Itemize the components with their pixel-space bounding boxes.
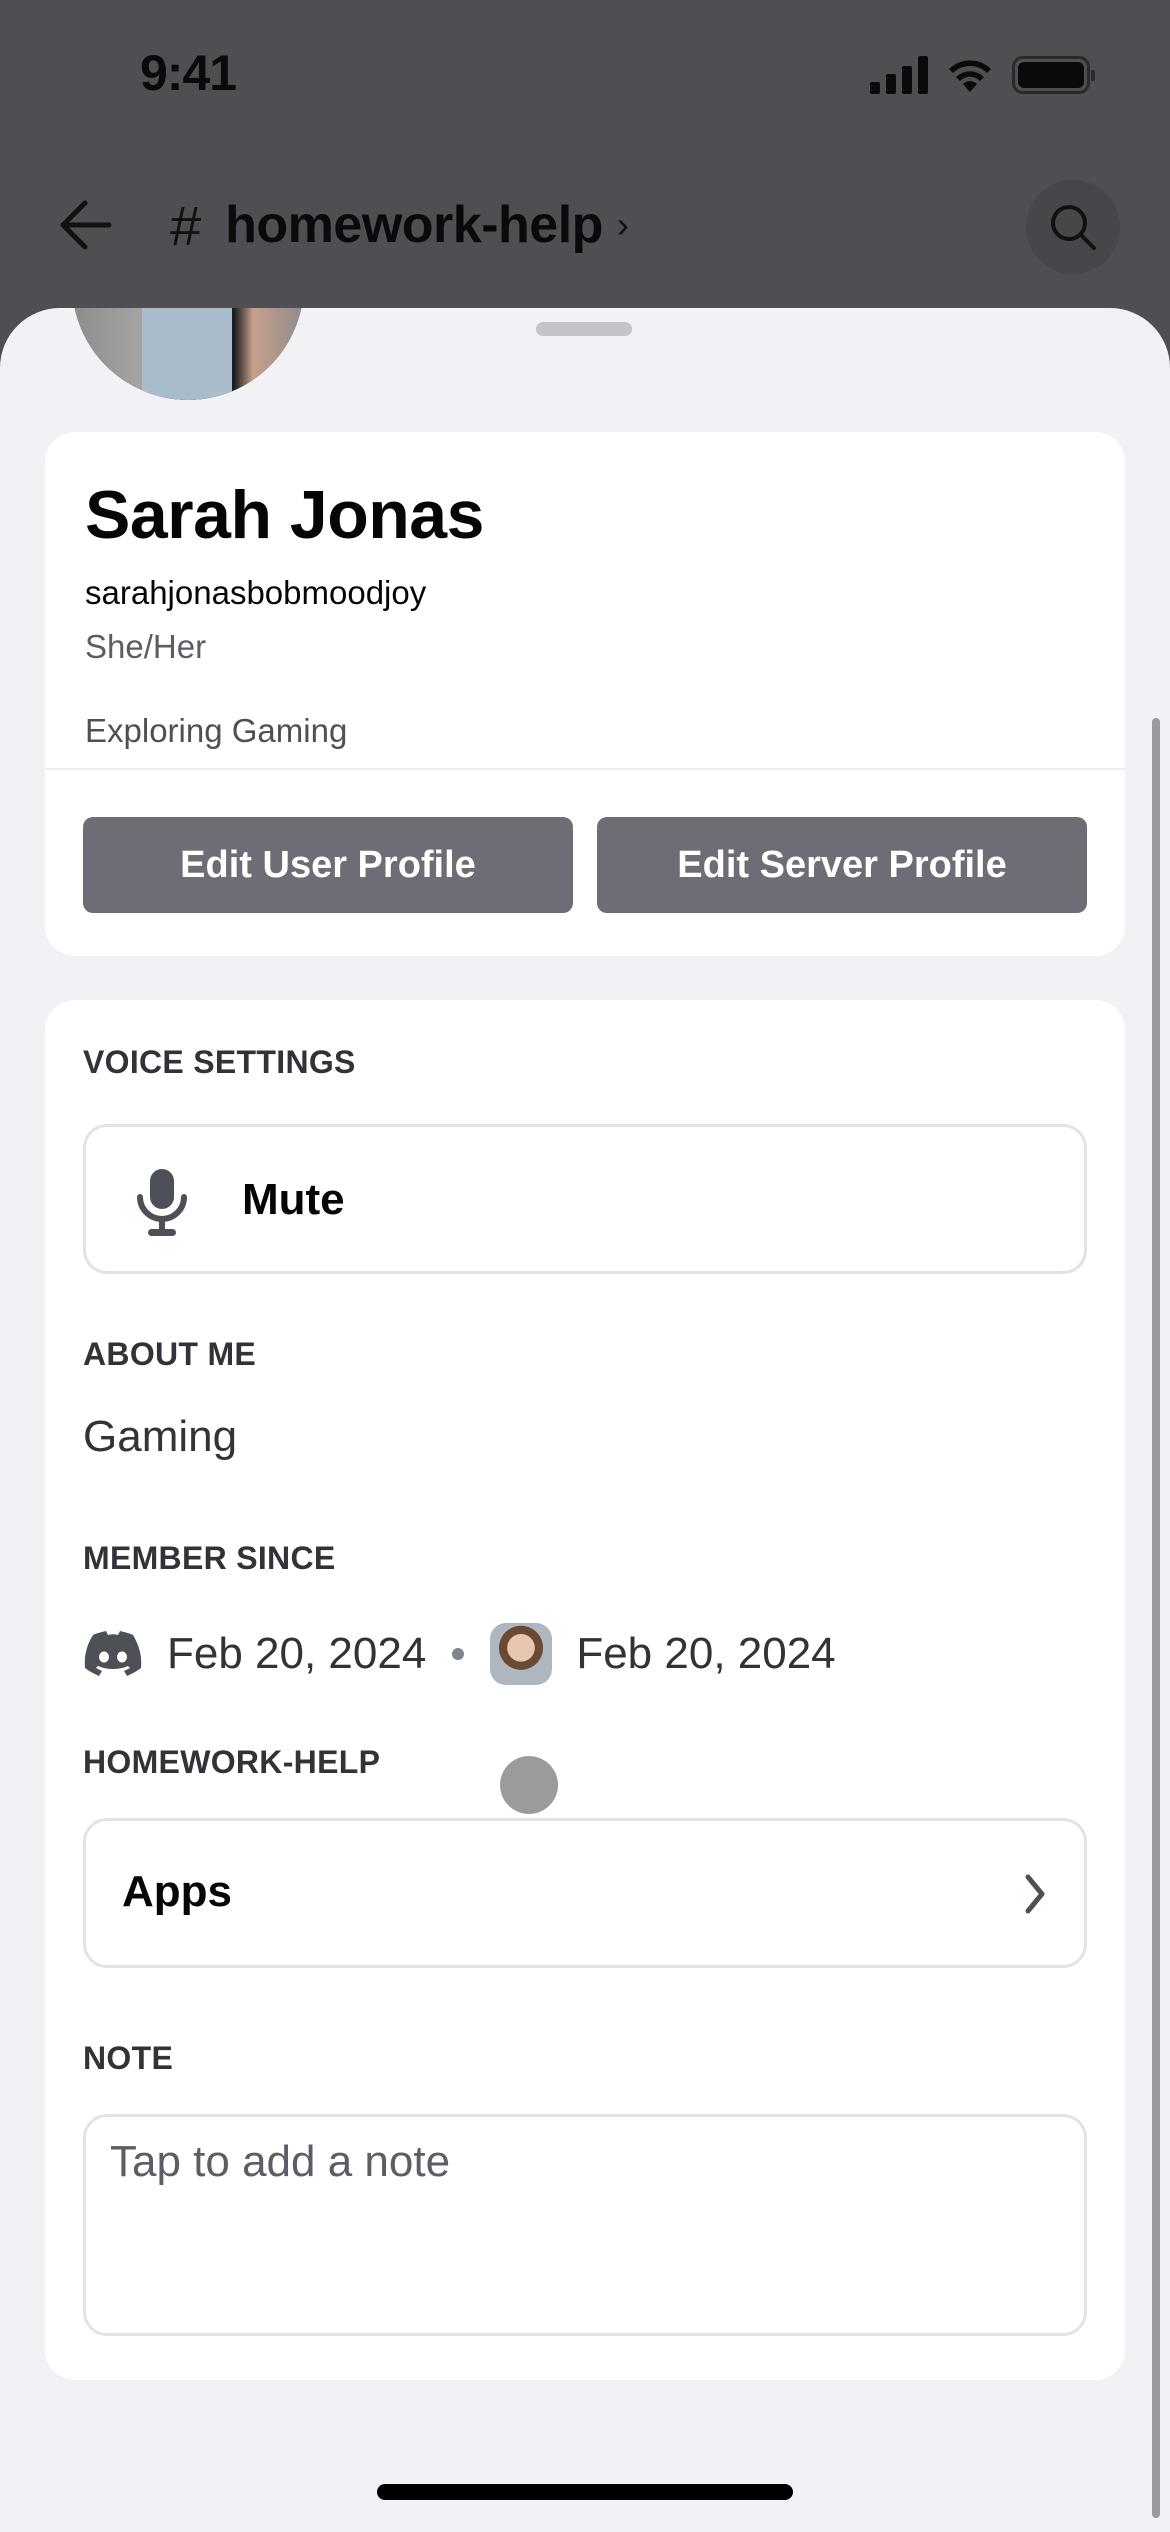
profile-avatar[interactable] [72,308,304,400]
note-input[interactable] [110,2137,1060,2317]
username: sarahjonasbobmoodjoy [85,574,427,611]
edit-user-profile-button[interactable]: Edit User Profile [83,817,573,913]
about-me-label: ABOUT ME [83,1336,257,1372]
touch-indicator [500,1756,558,1814]
search-button[interactable] [1026,180,1120,274]
custom-status: Exploring Gaming [85,712,348,749]
channel-header: # homework-help › [0,170,1170,280]
info-card: VOICE SETTINGS Mute ABOUT ME Gaming MEMB… [45,1000,1125,2380]
chevron-right-icon: › [616,204,629,245]
status-bar: 9:41 [0,0,1170,150]
home-indicator[interactable] [377,2484,793,2500]
member-since-row: Feb 20, 2024 Feb 20, 2024 [83,1622,836,1686]
profile-sheet: Sarah Jonas sarahjonasbobmoodjoy She/Her… [0,308,1170,2532]
discord-member-date: Feb 20, 2024 [167,1629,427,1678]
status-time: 9:41 [140,45,237,101]
divider [45,768,1125,770]
screen: 9:41 # homework-help › Sarah Jonas sarah… [0,0,1170,2532]
microphone-icon [137,1169,187,1236]
member-since-label: MEMBER SINCE [83,1540,336,1576]
profile-actions: Edit User Profile Edit Server Profile [83,817,1087,913]
battery-icon [1012,56,1095,94]
display-name: Sarah Jonas [85,477,484,553]
discord-logo-icon [84,1631,142,1676]
mute-button[interactable]: Mute [83,1124,1087,1274]
server-member-date: Feb 20, 2024 [576,1629,836,1678]
channel-name: homework-help [225,196,603,254]
channel-section-label: HOMEWORK-HELP [83,1744,381,1780]
profile-card: Sarah Jonas sarahjonasbobmoodjoy She/Her… [45,432,1125,956]
scrollbar[interactable] [1152,718,1160,2518]
search-icon [1051,205,1096,250]
note-box [83,2114,1087,2336]
chevron-right-icon [1025,1874,1045,1914]
apps-row[interactable]: Apps [83,1818,1087,1968]
arrow-left-icon [60,200,112,250]
wifi-icon [949,60,991,92]
server-avatar [490,1623,553,1685]
status-icons [870,56,1095,94]
cellular-signal-icon [870,56,928,94]
edit-server-profile-button[interactable]: Edit Server Profile [597,817,1087,913]
channel-hash-icon: # [170,193,202,257]
sheet-drag-handle[interactable] [536,322,632,336]
channel-title[interactable]: # homework-help › [170,190,629,260]
about-me-text: Gaming [83,1412,238,1461]
note-label: NOTE [83,2040,174,2076]
separator-dot [452,1648,465,1660]
back-button[interactable] [50,190,120,260]
mute-label: Mute [242,1175,345,1224]
voice-settings-label: VOICE SETTINGS [83,1044,356,1080]
apps-label: Apps [122,1867,232,1916]
pronouns: She/Her [85,628,207,665]
